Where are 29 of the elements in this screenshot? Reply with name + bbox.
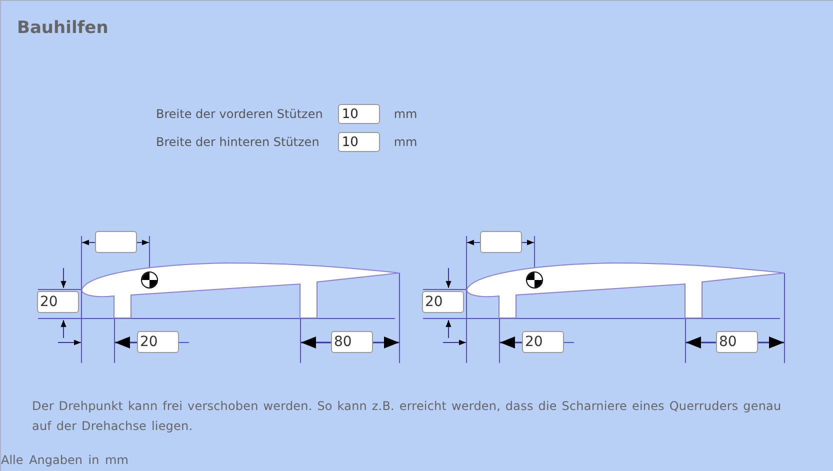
input-field[interactable]: 80	[716, 331, 758, 353]
guide-line	[178, 342, 190, 343]
note-text: Der Drehpunkt kann frei verschoben werden. So kann z.B. erreicht werden, dass die Scharniere eines Querruders genau auf der Drehachse liegen.	[32, 398, 782, 435]
input-field[interactable]: 20	[37, 291, 79, 313]
dimension-arrow	[446, 268, 452, 288]
field-label: Breite der vorderen Stützen	[156, 107, 324, 121]
pivot-icon	[141, 272, 158, 288]
input-field[interactable]: 80	[331, 331, 373, 353]
input-field[interactable]: 20	[137, 331, 179, 353]
input-field[interactable]: 20	[422, 291, 464, 313]
input-field[interactable]: 10	[338, 104, 380, 124]
guide-line	[564, 342, 574, 343]
pivot-icon	[526, 272, 543, 288]
dimension-arrow	[500, 336, 522, 348]
dimension-arrow	[115, 336, 137, 348]
page-title: Bauhilfen	[16, 17, 110, 40]
input-field[interactable]	[95, 231, 137, 253]
input-field[interactable]: 10	[338, 132, 380, 152]
unit-label: mm	[394, 107, 418, 121]
input-field[interactable]	[480, 231, 522, 253]
dimension-arrow	[522, 240, 534, 246]
field-label: Breite der hinteren Stützen	[156, 135, 320, 149]
dimension-arrow	[60, 268, 66, 288]
dimension-arrow	[466, 240, 480, 246]
input-field[interactable]: 20	[522, 331, 564, 353]
unit-label: mm	[394, 135, 418, 149]
footer-text: Alle Angaben in mm	[1, 453, 130, 467]
dimension-arrow	[136, 240, 150, 246]
dimension-arrow	[82, 240, 96, 246]
